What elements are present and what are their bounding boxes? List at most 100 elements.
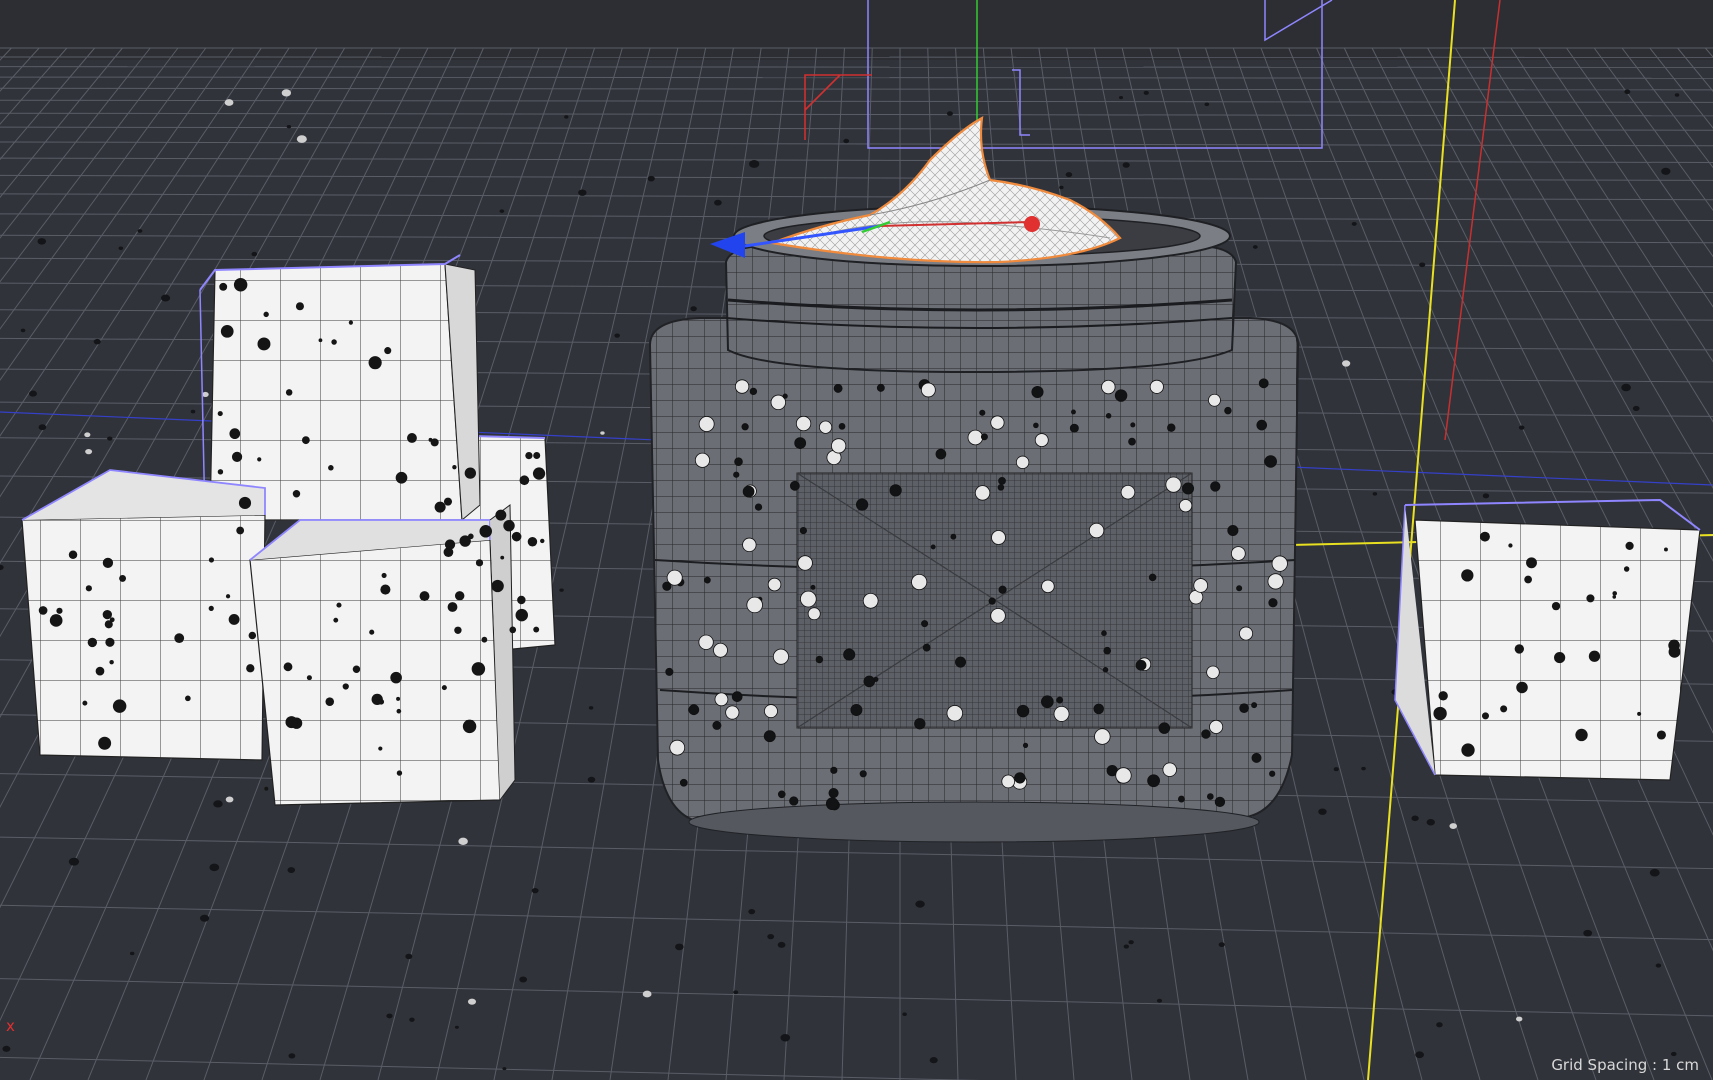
cube-spot	[325, 697, 335, 706]
jar-spot	[734, 457, 743, 466]
scene-canvas[interactable]	[0, 0, 1713, 1080]
debris-droplet	[1482, 493, 1490, 499]
cube-spot	[98, 736, 112, 750]
jar-spot	[1208, 393, 1221, 407]
jar-spot	[714, 692, 729, 707]
jar-spot	[1014, 772, 1026, 784]
jar-spot	[789, 480, 800, 491]
jar-spot	[712, 720, 722, 730]
debris-droplet	[1122, 162, 1130, 168]
cube-spot	[378, 746, 383, 751]
debris-droplet	[1518, 425, 1525, 430]
jar-spot	[955, 656, 967, 668]
jar-spot	[1178, 499, 1193, 513]
cube-spot	[1514, 644, 1525, 654]
jar-spot	[1271, 555, 1288, 572]
debris-droplet	[642, 990, 652, 998]
debris-droplet	[118, 246, 124, 250]
3d-viewport[interactable]: x Grid Spacing : 1 cm	[0, 0, 1713, 1080]
jar-spot	[990, 415, 1005, 430]
jar-spot	[731, 691, 743, 703]
debris-droplet	[1516, 1016, 1523, 1022]
jar-spot	[856, 498, 869, 511]
cube-spot	[525, 451, 533, 460]
cube-spot	[511, 531, 522, 542]
cube-spot	[434, 501, 446, 513]
jar-spot	[746, 596, 763, 614]
cube-spot	[395, 471, 408, 484]
jar-spot	[1105, 413, 1112, 419]
cube-spot	[390, 671, 402, 684]
debris-droplet	[199, 914, 210, 922]
jar-spot	[782, 393, 788, 399]
jar-spot	[921, 620, 929, 628]
jar-spot	[794, 437, 807, 449]
cube-spot	[1586, 594, 1595, 603]
jar-spot	[1041, 579, 1055, 594]
cube-spot	[462, 719, 477, 734]
cube-spot	[519, 475, 530, 486]
cube-spot	[228, 614, 240, 625]
cube-spot	[454, 626, 462, 634]
cube-spot	[1526, 557, 1537, 569]
cube-spot	[318, 338, 323, 343]
jar-spot	[749, 387, 758, 396]
cube-spot	[236, 526, 245, 535]
jar-spot	[828, 787, 839, 799]
cube-spot	[246, 664, 255, 673]
debris-droplet	[467, 998, 477, 1005]
jar-spot	[998, 585, 1007, 594]
cube-spot	[452, 465, 457, 470]
jar-spot	[876, 383, 885, 392]
cube-spot	[295, 302, 304, 311]
jar-spot	[850, 704, 863, 716]
cube-spot	[447, 602, 458, 612]
debris-droplet	[1621, 383, 1631, 392]
debris-droplet	[559, 588, 564, 592]
jar-spot	[713, 642, 728, 658]
cube-spot	[459, 535, 471, 547]
debris-droplet	[1361, 766, 1366, 771]
debris-droplet	[915, 900, 925, 908]
cube-spot	[1524, 575, 1532, 584]
cube-spot	[119, 574, 127, 582]
debris-droplet	[690, 306, 697, 312]
jar-spot	[922, 643, 931, 652]
jar-spot	[1102, 667, 1109, 673]
debris-droplet	[68, 857, 80, 866]
jar-spot	[990, 608, 1006, 624]
debris-droplet	[409, 1017, 415, 1022]
jar-spot	[914, 718, 926, 730]
debris-droplet	[843, 138, 850, 144]
debris-droplet	[748, 909, 756, 915]
cube-spot	[491, 579, 504, 593]
debris-droplet	[780, 1034, 791, 1042]
debris-droplet	[777, 941, 786, 948]
jar-spot	[799, 526, 807, 535]
jar-spot	[950, 533, 957, 540]
cube-spot	[352, 665, 361, 673]
cube-right	[1394, 498, 1701, 781]
jar-spot	[863, 675, 876, 688]
cube-spot	[1612, 591, 1618, 596]
jar-spot	[1069, 423, 1079, 433]
debris-droplet	[587, 776, 596, 783]
jar-spot	[815, 655, 824, 664]
debris-droplet	[287, 867, 296, 873]
jar-spot	[920, 382, 936, 398]
jar-spot	[797, 555, 813, 571]
debris-droplet	[902, 1012, 907, 1016]
cube-spot	[380, 584, 391, 595]
jar-spot	[742, 537, 757, 553]
cube-spot	[454, 591, 465, 601]
debris-droplet	[84, 432, 91, 438]
jar-spot	[1231, 546, 1246, 561]
cube-spot	[1612, 595, 1617, 599]
jar-spot	[1149, 379, 1164, 394]
cube-spot	[264, 786, 269, 791]
cube-spot	[263, 311, 269, 318]
cube-spot	[532, 467, 546, 480]
jar-spot	[772, 648, 789, 665]
cube-spot	[378, 699, 385, 705]
jar-spot	[1236, 585, 1243, 592]
